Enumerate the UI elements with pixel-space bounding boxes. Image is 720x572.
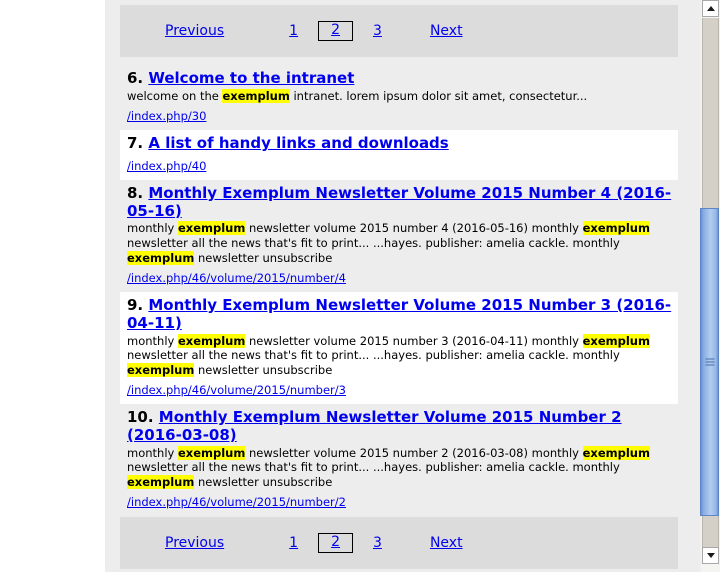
result-title-link[interactable]: A list of handy links and downloads xyxy=(148,134,448,152)
result-item: 8. Monthly Exemplum Newsletter Volume 20… xyxy=(120,179,678,293)
result-snippet: welcome on the exemplum intranet. lorem … xyxy=(127,88,588,103)
scroll-down-button[interactable] xyxy=(702,547,719,564)
scrollbar-thumb[interactable] xyxy=(700,208,719,516)
result-rank: 6. xyxy=(127,69,149,87)
pagination-page-3-bottom[interactable]: 3 xyxy=(373,535,382,551)
result-item: 6. Welcome to the intranet welcome on the… xyxy=(120,65,678,131)
pagination-page-1-top[interactable]: 1 xyxy=(289,23,298,39)
pagination-top-inner: Previous 1 2 3 Next xyxy=(120,5,463,57)
search-term-highlight: exemplum xyxy=(177,445,246,460)
search-term-highlight: exemplum xyxy=(582,445,650,460)
result-url-link[interactable]: /index.php/46/volume/2015/number/2 xyxy=(127,495,346,509)
result-title: 10. Monthly Exemplum Newsletter Volume 2… xyxy=(127,408,678,444)
pagination-bottom: Previous 1 2 3 Next xyxy=(120,517,678,569)
result-url-link[interactable]: /index.php/30 xyxy=(127,109,206,123)
result-title-link[interactable]: Monthly Exemplum Newsletter Volume 2015 … xyxy=(127,184,671,220)
result-snippet: monthly exemplum newsletter volume 2015 … xyxy=(127,445,650,489)
pagination-current-page-bottom[interactable]: 2 xyxy=(318,532,354,554)
pagination-next-link-bottom[interactable]: Next xyxy=(430,535,463,551)
result-title: 7. A list of handy links and downloads xyxy=(127,134,678,153)
result-item: 7. A list of handy links and downloads/i… xyxy=(120,130,678,180)
chevron-up-icon xyxy=(706,6,715,11)
result-rank: 9. xyxy=(127,296,149,315)
result-snippet: monthly exemplum newsletter volume 2015 … xyxy=(127,221,650,265)
result-title-link[interactable]: Monthly Exemplum Newsletter Volume 2015 … xyxy=(127,408,622,444)
result-url-link[interactable]: /index.php/46/volume/2015/number/4 xyxy=(127,271,346,285)
search-results-page: Previous 1 2 3 Next 6. Welcome to the in… xyxy=(105,0,700,572)
pagination-next-link-top[interactable]: Next xyxy=(430,23,463,39)
result-rank: 7. xyxy=(127,134,149,153)
pagination-page-2-bottom[interactable]: 2 xyxy=(331,534,340,550)
pagination-previous-link-top[interactable]: Previous xyxy=(165,23,224,39)
result-rank: 8. xyxy=(127,183,149,202)
result-url: /index.php/46/volume/2015/number/2 xyxy=(127,495,678,509)
scroll-up-button[interactable] xyxy=(702,0,719,17)
result-title: 9. Monthly Exemplum Newsletter Volume 20… xyxy=(127,296,678,332)
result-url: /index.php/46/volume/2015/number/3 xyxy=(127,383,678,397)
result-snippet: monthly exemplum newsletter volume 2015 … xyxy=(127,333,650,377)
search-term-highlight: exemplum xyxy=(582,221,650,236)
pagination-current-page-top[interactable]: 2 xyxy=(318,20,354,42)
result-title: 8. Monthly Exemplum Newsletter Volume 20… xyxy=(127,183,678,220)
result-title: 6. Welcome to the intranet xyxy=(127,69,678,88)
results-list: 6. Welcome to the intranet welcome on the… xyxy=(120,65,678,517)
result-url: /index.php/40 xyxy=(127,159,678,173)
pagination-page-2-top[interactable]: 2 xyxy=(331,22,340,38)
search-term-highlight: exemplum xyxy=(127,250,195,265)
result-url: /index.php/46/volume/2015/number/4 xyxy=(127,271,678,285)
pagination-bottom-inner: Previous 1 2 3 Next xyxy=(120,517,463,569)
search-term-highlight: exemplum xyxy=(177,221,246,236)
chevron-down-icon xyxy=(706,553,715,558)
search-term-highlight: exemplum xyxy=(127,474,195,489)
search-term-highlight: exemplum xyxy=(177,333,246,348)
result-item: 9. Monthly Exemplum Newsletter Volume 20… xyxy=(120,292,678,405)
browser-viewport: Previous 1 2 3 Next 6. Welcome to the in… xyxy=(0,0,720,572)
result-title-link[interactable]: Welcome to the intranet xyxy=(148,69,354,87)
search-term-highlight: exemplum xyxy=(222,88,290,103)
result-url: /index.php/30 xyxy=(127,109,678,123)
pagination-page-1-bottom[interactable]: 1 xyxy=(289,535,298,551)
result-title-link[interactable]: Monthly Exemplum Newsletter Volume 2015 … xyxy=(127,296,671,332)
result-item: 10. Monthly Exemplum Newsletter Volume 2… xyxy=(120,404,678,517)
result-url-link[interactable]: /index.php/40 xyxy=(127,159,206,173)
search-term-highlight: exemplum xyxy=(582,333,650,348)
pagination-page-3-top[interactable]: 3 xyxy=(373,23,382,39)
pagination-top: Previous 1 2 3 Next xyxy=(120,5,678,57)
scrollbar-grip-icon xyxy=(705,358,714,366)
result-rank: 10. xyxy=(127,408,159,427)
search-term-highlight: exemplum xyxy=(127,362,195,377)
result-url-link[interactable]: /index.php/46/volume/2015/number/3 xyxy=(127,383,346,397)
pagination-previous-link-bottom[interactable]: Previous xyxy=(165,535,224,551)
